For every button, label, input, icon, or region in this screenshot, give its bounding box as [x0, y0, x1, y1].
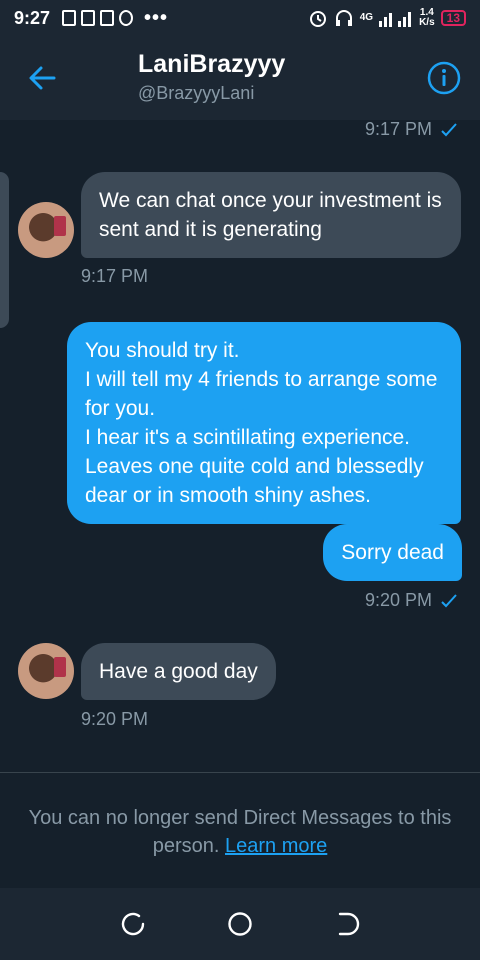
- more-notifications-icon: •••: [144, 6, 169, 29]
- system-icons: 4G 1.4 K/s 13: [308, 8, 466, 28]
- incoming-message-bubble[interactable]: Have a good day: [81, 643, 276, 700]
- message-timestamp: 9:20 PM: [365, 590, 458, 611]
- message-timestamp: 9:20 PM: [81, 709, 149, 729]
- gallery-icon: [81, 10, 96, 26]
- back-icon[interactable]: [334, 911, 360, 937]
- outgoing-message-bubble[interactable]: Sorry dead: [323, 524, 462, 581]
- recent-apps-icon[interactable]: [120, 911, 146, 937]
- home-icon[interactable]: [227, 911, 253, 937]
- read-check-icon: [441, 122, 457, 136]
- dm-disabled-notice: You can no longer send Direct Messages t…: [28, 807, 452, 857]
- outgoing-message-bubble[interactable]: You should try it. I will tell my 4 frie…: [67, 322, 461, 524]
- signal-icon: [379, 12, 412, 27]
- message-timestamp: 9:17 PM: [81, 266, 149, 286]
- message-timestamp: 9:17 PM: [365, 119, 458, 140]
- contact-name: LaniBrazyyy: [138, 50, 286, 78]
- status-bar: 9:27 ••• 4G 1.4 K/s 13: [0, 0, 480, 36]
- learn-more-link[interactable]: Learn more: [225, 835, 327, 857]
- g-app-icon: [119, 10, 134, 26]
- info-icon[interactable]: [426, 60, 462, 96]
- notification-icons: •••: [62, 7, 168, 30]
- read-check-icon: [441, 593, 457, 607]
- contact-handle: @BrazyyyLani: [138, 83, 255, 103]
- avatar[interactable]: [18, 643, 74, 699]
- divider: [0, 772, 480, 773]
- conversation-title-block[interactable]: LaniBrazyyy @BrazyyyLani: [138, 50, 285, 104]
- conversation-header: LaniBrazyyy @BrazyyyLani: [0, 36, 480, 120]
- status-time: 9:27: [14, 7, 51, 28]
- headphones-icon: [335, 10, 352, 26]
- system-nav-bar: [0, 888, 480, 960]
- avatar[interactable]: [18, 202, 74, 258]
- news-icon: [100, 10, 115, 26]
- alarm-icon: [309, 11, 326, 27]
- network-speed: 1.4 K/s: [419, 7, 435, 28]
- scroll-edge-handle[interactable]: [0, 172, 9, 328]
- battery-icon: 13: [440, 10, 466, 26]
- incoming-message-bubble[interactable]: We can chat once your investment is sent…: [81, 172, 461, 258]
- battery-saver-icon: [62, 10, 77, 26]
- network-type: 4G: [359, 12, 374, 23]
- back-arrow-icon[interactable]: [26, 62, 58, 94]
